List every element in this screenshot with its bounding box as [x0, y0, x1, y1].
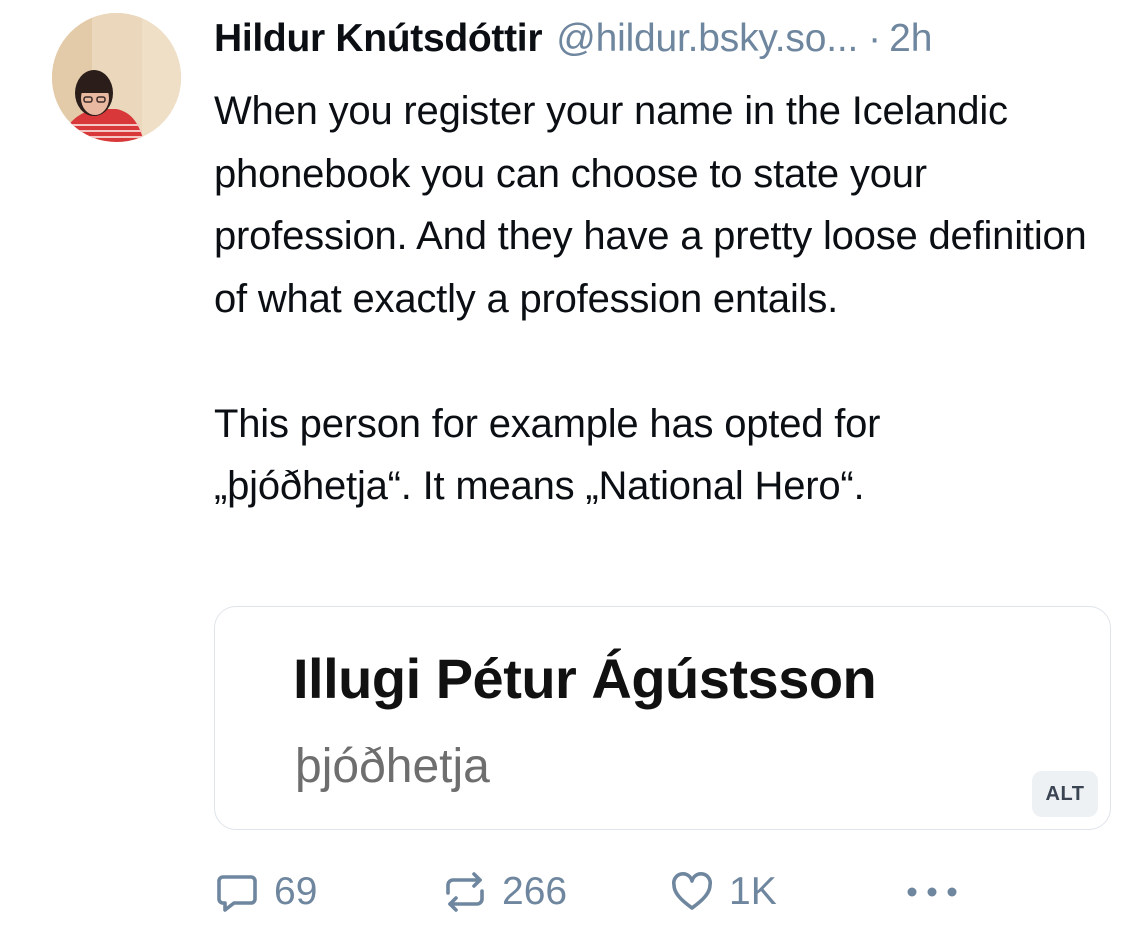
more-dots-icon	[907, 887, 957, 897]
more-options-button[interactable]	[904, 862, 960, 922]
like-count: 1K	[729, 870, 777, 913]
post-paragraph-1: When you register your name in the Icela…	[214, 89, 1087, 321]
post-time[interactable]: 2h	[889, 14, 932, 64]
author-handle[interactable]: @hildur.bsky.so...	[556, 14, 858, 64]
repost-count: 266	[502, 870, 568, 913]
post-header: Hildur Knútsdóttir @hildur.bsky.so... · …	[214, 14, 933, 64]
post-actions: 69 266 1K	[214, 862, 1114, 922]
post-paragraph-2-line-1: This person for example has opted for	[214, 401, 881, 446]
feed-post[interactable]: Hildur Knútsdóttir @hildur.bsky.so... · …	[0, 0, 1147, 944]
like-button[interactable]: 1K	[669, 862, 777, 922]
repost-arrows-icon	[446, 872, 484, 912]
post-paragraph-2-line-2: „þjóðhetja“. It means „National Hero“.	[214, 464, 865, 508]
author-name[interactable]: Hildur Knútsdóttir	[214, 14, 543, 64]
avatar-image	[52, 13, 181, 142]
reply-bubble-icon	[217, 875, 257, 912]
reply-button[interactable]: 69	[214, 862, 317, 922]
reply-count: 69	[274, 870, 318, 913]
post-text: When you register your name in the Icela…	[214, 80, 1114, 518]
image-embed[interactable]: Illugi Pétur Ágústsson þjóðhetja ALT	[214, 606, 1111, 830]
repost-button[interactable]: 266	[442, 862, 567, 922]
avatar[interactable]	[52, 13, 181, 142]
embed-name-text: Illugi Pétur Ágústsson	[293, 647, 877, 710]
alt-badge[interactable]: ALT	[1032, 771, 1098, 817]
heart-icon	[671, 871, 713, 910]
embed-profession-text: þjóðhetja	[295, 740, 490, 793]
separator-dot: ·	[868, 17, 882, 60]
